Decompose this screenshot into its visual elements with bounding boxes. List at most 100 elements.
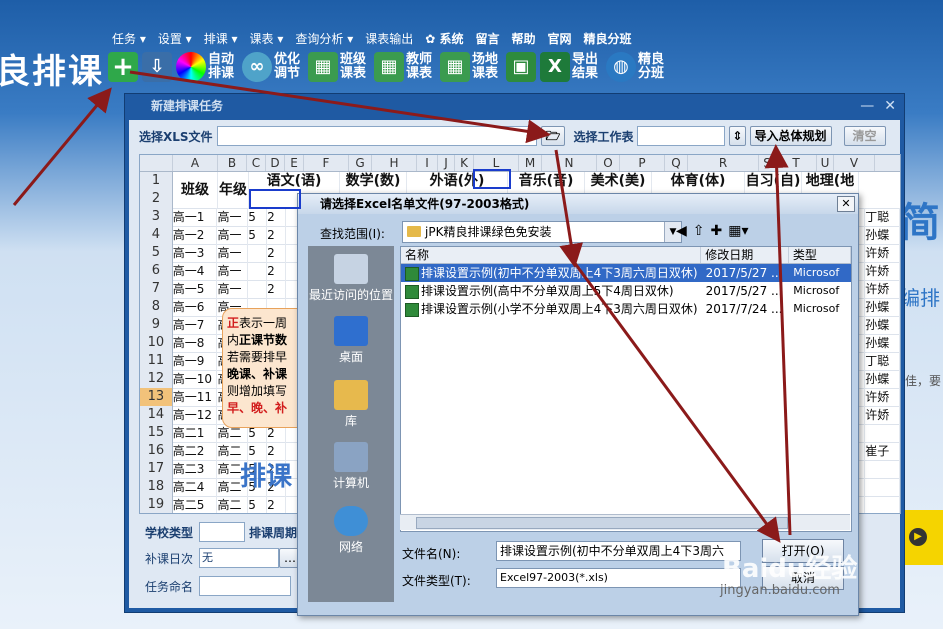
browse-button[interactable]: 🗁: [540, 126, 566, 146]
menu-system[interactable]: ✿ 系统: [425, 30, 463, 47]
view-menu-icon[interactable]: ▦▾: [728, 223, 748, 239]
class-cell[interactable]: 高一9: [173, 352, 218, 370]
class-cell[interactable]: 高一10: [173, 370, 218, 388]
class-cell[interactable]: 高一2: [173, 226, 218, 244]
teacher-cell[interactable]: 许娇: [865, 280, 900, 298]
class-cell[interactable]: 高一11: [173, 388, 218, 406]
col-date[interactable]: 修改日期: [701, 247, 789, 263]
class-cell[interactable]: 高一4: [173, 262, 218, 280]
class-cell[interactable]: 高二2: [173, 442, 218, 460]
teacher-cell[interactable]: [865, 496, 900, 513]
import-button[interactable]: ⇩: [142, 52, 172, 82]
class-cell[interactable]: 高二3: [173, 460, 218, 478]
xls-file-input[interactable]: [216, 126, 537, 146]
menu-output[interactable]: 课表输出: [365, 30, 413, 47]
menu-timetable[interactable]: 课表 ▾: [250, 30, 284, 47]
file-row[interactable]: 排课设置示例(高中不分单双周上5下4周日双休) 2017/5/27 ... Mi…: [401, 282, 851, 300]
import-plan-button[interactable]: 导入总体规划: [749, 126, 832, 146]
minimize-icon[interactable]: —: [860, 98, 874, 114]
lookin-select[interactable]: jPK精良排课绿色免安装 ▼: [402, 221, 682, 243]
grade-cell[interactable]: 高一: [217, 262, 249, 280]
auto-schedule-button[interactable]: 自动排课: [176, 52, 238, 82]
grade-cell[interactable]: 高一: [217, 280, 249, 298]
count-cell[interactable]: 2: [267, 208, 287, 226]
scrollbar-thumb[interactable]: [416, 517, 788, 529]
teacher-cell[interactable]: 孙蝶: [865, 370, 900, 388]
menu-website[interactable]: 官网: [548, 30, 572, 47]
grade-cell[interactable]: 高一: [217, 208, 249, 226]
class-cell[interactable]: 高二5: [173, 496, 218, 513]
count-cell[interactable]: [248, 280, 268, 298]
clear-button[interactable]: 清空: [843, 126, 886, 146]
class-cell[interactable]: 高一5: [173, 280, 218, 298]
teacher-cell[interactable]: 孙蝶: [865, 334, 900, 352]
count-cell[interactable]: [248, 262, 268, 280]
menu-class-division[interactable]: 精良分班: [584, 30, 632, 47]
teacher-cell[interactable]: 许娇: [865, 244, 900, 262]
menu-query[interactable]: 查询分析 ▾: [295, 30, 353, 47]
back-icon[interactable]: ◀: [676, 223, 687, 239]
sheet-stepper[interactable]: ⇕: [729, 126, 746, 146]
class-table-button[interactable]: ▦ 班级课表: [308, 52, 370, 82]
count-cell[interactable]: 5: [248, 496, 268, 513]
count-cell[interactable]: 2: [267, 496, 287, 513]
place-desktop[interactable]: 桌面: [308, 316, 394, 365]
col-name[interactable]: 名称: [401, 247, 702, 263]
export-button[interactable]: X 导出结果: [540, 52, 602, 82]
count-cell[interactable]: 5: [248, 208, 268, 226]
count-cell[interactable]: [248, 244, 268, 262]
side-play-button[interactable]: ▶: [903, 510, 943, 565]
col-type[interactable]: 类型: [789, 247, 851, 263]
teacher-cell[interactable]: 许娇: [865, 262, 900, 280]
teacher-cell[interactable]: 孙蝶: [865, 298, 900, 316]
grade-cell[interactable]: 高一: [217, 226, 249, 244]
sheet-select[interactable]: [637, 126, 726, 146]
teacher-cell[interactable]: [865, 424, 900, 442]
filetype-select[interactable]: Excel97-2003(*.xls): [496, 568, 741, 588]
new-folder-icon[interactable]: ✚: [711, 223, 723, 239]
school-type-select[interactable]: [199, 522, 245, 542]
class-cell[interactable]: 高一3: [173, 244, 218, 262]
task-name-input[interactable]: [199, 576, 291, 596]
new-task-button[interactable]: +: [108, 52, 138, 82]
place-computer[interactable]: 计算机: [308, 442, 394, 491]
class-cell[interactable]: 高一1: [173, 208, 218, 226]
class-division-button[interactable]: ◍ 精良分班: [606, 52, 668, 82]
teacher-cell[interactable]: 许娇: [865, 406, 900, 424]
teacher-cell[interactable]: [865, 460, 900, 478]
save-button[interactable]: ▣: [506, 52, 536, 82]
place-network[interactable]: 网络: [308, 506, 394, 555]
filename-input[interactable]: 排课设置示例(初中不分单双周上4下3周六: [496, 541, 741, 561]
grade-cell[interactable]: 高一: [217, 244, 249, 262]
file-row[interactable]: 排课设置示例(初中不分单双周上4下3周六周日双休) 2017/5/27 ... …: [401, 264, 851, 282]
makeup-input[interactable]: 无: [199, 548, 279, 568]
menu-settings[interactable]: 设置 ▾: [158, 30, 192, 47]
grade-cell[interactable]: 高二: [217, 496, 249, 513]
teacher-table-button[interactable]: ▦ 教师课表: [374, 52, 436, 82]
class-cell[interactable]: 高一6: [173, 298, 218, 316]
file-row[interactable]: 排课设置示例(小学不分单双周上4下3周六周日双休) 2017/7/24 ... …: [401, 300, 851, 318]
teacher-cell[interactable]: 崔子: [865, 442, 900, 460]
count-cell[interactable]: 2: [267, 244, 287, 262]
menu-task[interactable]: 任务 ▾: [112, 30, 146, 47]
count-cell[interactable]: 5: [248, 226, 268, 244]
class-cell[interactable]: 高一12: [173, 406, 218, 424]
count-cell[interactable]: 2: [267, 280, 287, 298]
venue-table-button[interactable]: ▦ 场地课表: [440, 52, 502, 82]
optimize-button[interactable]: ∞ 优化调节: [242, 52, 304, 82]
teacher-cell[interactable]: 丁聪: [865, 208, 900, 226]
teacher-cell[interactable]: 孙蝶: [865, 226, 900, 244]
place-recent[interactable]: 最近访问的位置: [308, 254, 394, 303]
class-cell[interactable]: 高二1: [173, 424, 218, 442]
count-cell[interactable]: 2: [267, 226, 287, 244]
menu-help[interactable]: 帮助: [512, 30, 536, 47]
close-icon[interactable]: ✕: [884, 98, 896, 114]
place-library[interactable]: 库: [308, 380, 394, 429]
class-cell[interactable]: 高一8: [173, 334, 218, 352]
menu-message[interactable]: 留言: [475, 30, 499, 47]
horizontal-scrollbar[interactable]: [400, 514, 850, 530]
class-cell[interactable]: 高一7: [173, 316, 218, 334]
class-cell[interactable]: 高二4: [173, 478, 218, 496]
teacher-cell[interactable]: 孙蝶: [865, 316, 900, 334]
teacher-cell[interactable]: 丁聪: [865, 352, 900, 370]
